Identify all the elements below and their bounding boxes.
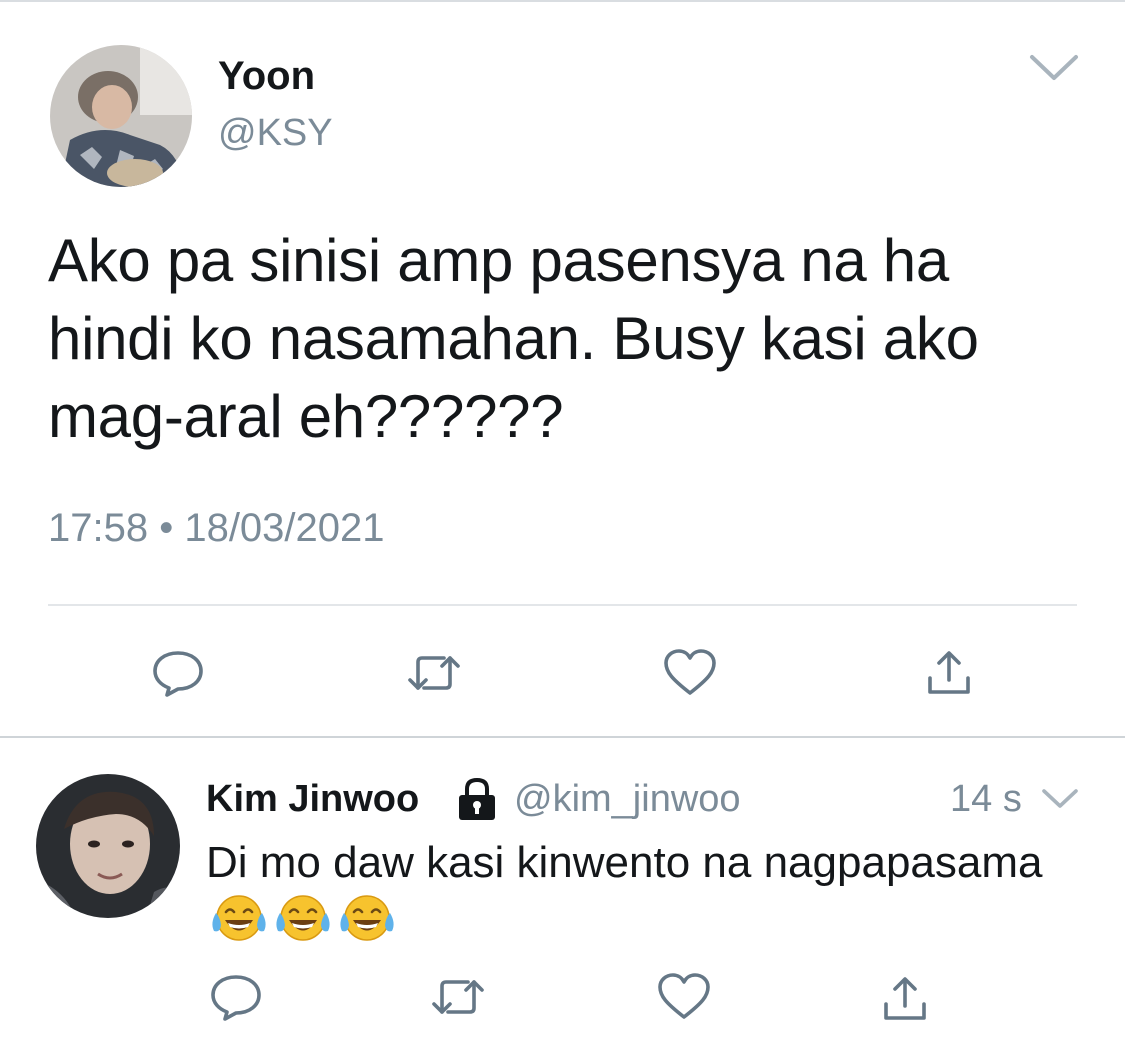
- retweet-icon: [408, 656, 460, 690]
- tweet-text: Ako pa sinisi amp pasensya na ha hindi k…: [48, 227, 979, 450]
- share-button[interactable]: [924, 648, 974, 698]
- reply-icon: [211, 975, 261, 1021]
- like-button[interactable]: [656, 972, 712, 1022]
- reply-text: Di mo daw kasi kinwento na nagpapasama: [206, 834, 1106, 960]
- face-with-tears-of-joy-icon: [340, 895, 394, 941]
- lock-icon: [459, 777, 495, 820]
- face-with-tears-of-joy-icon: [276, 895, 330, 941]
- retweet-button[interactable]: [404, 648, 464, 698]
- like-button[interactable]: [662, 648, 718, 698]
- reply-icon: [153, 651, 203, 697]
- top-border: [0, 0, 1125, 2]
- author-handle[interactable]: @KSY: [218, 112, 333, 155]
- avatar[interactable]: [36, 774, 180, 918]
- chevron-down-icon[interactable]: [1040, 786, 1080, 812]
- reply-button[interactable]: [208, 972, 264, 1022]
- author-handle[interactable]: @kim_jinwoo: [514, 778, 741, 821]
- chevron-down-icon[interactable]: [1028, 52, 1080, 84]
- share-icon: [928, 651, 970, 694]
- reply-text-content: Di mo daw kasi kinwento na nagpapasama: [206, 838, 1043, 887]
- reply-time: 14 s: [950, 778, 1022, 820]
- emoji-group: [210, 893, 402, 960]
- divider: [48, 604, 1077, 606]
- retweet-button[interactable]: [428, 972, 488, 1022]
- face-with-tears-of-joy-icon: [212, 895, 266, 941]
- share-button[interactable]: [880, 974, 930, 1024]
- like-icon: [664, 649, 716, 695]
- tweet-timestamp[interactable]: 17:58 • 18/03/2021: [48, 506, 385, 551]
- like-icon: [658, 973, 710, 1019]
- author-name[interactable]: Yoon: [218, 54, 315, 99]
- share-icon: [884, 977, 926, 1020]
- avatar[interactable]: [50, 45, 192, 187]
- author-name[interactable]: Kim Jinwoo: [206, 778, 419, 821]
- reply-button[interactable]: [150, 648, 206, 698]
- retweet-icon: [432, 980, 484, 1014]
- tweet-separator: [0, 736, 1125, 738]
